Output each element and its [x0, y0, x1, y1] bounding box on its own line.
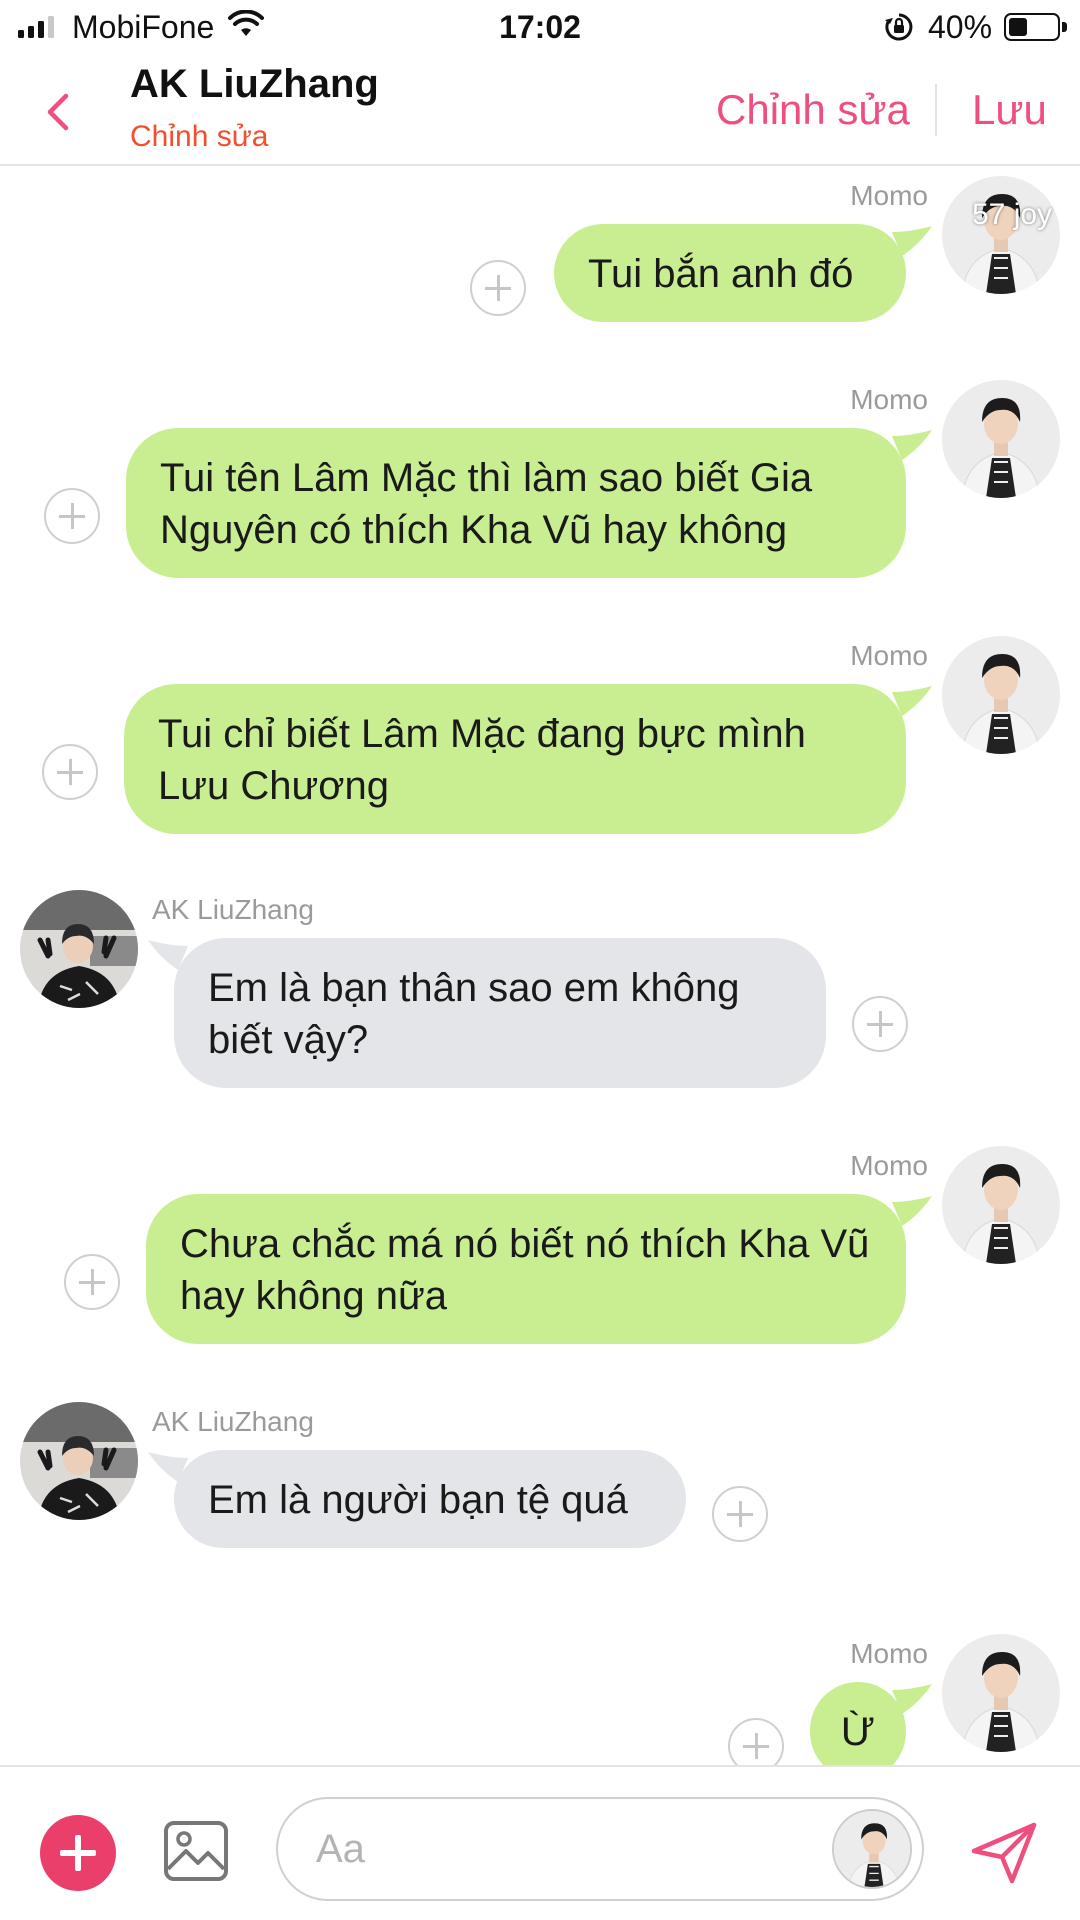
- contact-avatar[interactable]: [20, 1402, 138, 1520]
- message-list[interactable]: Momo Tui bắn anh đó Momo Tui tên Lâm Mặc…: [0, 168, 1080, 1765]
- send-button[interactable]: [968, 1817, 1040, 1894]
- sender-switch-avatar[interactable]: [832, 1809, 912, 1889]
- add-reaction-button[interactable]: [712, 1486, 768, 1542]
- avatar-watermark: 57 joy: [972, 198, 1053, 231]
- bubble-tail: [148, 1452, 188, 1482]
- message-bubble[interactable]: Chưa chắc má nó biết nó thích Kha Vũ hay…: [146, 1194, 932, 1344]
- send-icon: [971, 1822, 1037, 1884]
- message-text: Tui bắn anh đó: [588, 252, 854, 296]
- add-reaction-button[interactable]: [42, 744, 98, 800]
- bubble-tail: [892, 1684, 932, 1714]
- bubble-tail: [892, 1196, 932, 1226]
- sender-name: Momo: [850, 384, 928, 415]
- sender-name: Momo: [850, 180, 928, 211]
- bubble-tail: [892, 226, 932, 256]
- back-button[interactable]: [38, 82, 78, 142]
- clock: 17:02: [499, 9, 581, 45]
- chat-header: AK LiuZhang Chỉnh sửa Chỉnh sửa Lưu: [0, 58, 1080, 166]
- message-text: Em là người bạn tệ quá: [208, 1478, 628, 1522]
- message-input[interactable]: [276, 1797, 924, 1901]
- bubble-tail: [148, 940, 188, 970]
- sender-name: Momo: [850, 1638, 928, 1669]
- message-bubble[interactable]: Em là bạn thân sao em không biết vậy?: [148, 938, 826, 1088]
- add-reaction-button[interactable]: [470, 260, 526, 316]
- message-text: Tui tên Lâm Mặc thì làm sao biết Gia Ngu…: [160, 456, 813, 552]
- message-text: Chưa chắc má nó biết nó thích Kha Vũ hay…: [180, 1222, 870, 1318]
- sender-name: AK LiuZhang: [152, 1406, 314, 1437]
- add-reaction-button[interactable]: [44, 488, 100, 544]
- sender-name: AK LiuZhang: [152, 894, 314, 925]
- chevron-left-icon: [47, 93, 69, 131]
- message-bubble[interactable]: Tui bắn anh đó: [554, 224, 932, 322]
- sender-avatar[interactable]: [942, 176, 1060, 294]
- message-bubble[interactable]: Em là người bạn tệ quá: [148, 1450, 686, 1548]
- battery-percent: 40%: [928, 9, 993, 45]
- sender-avatar[interactable]: [942, 1146, 1060, 1264]
- battery-icon: [1004, 13, 1067, 41]
- save-button[interactable]: Lưu: [972, 86, 1047, 134]
- message-bubble[interactable]: Ừ: [810, 1682, 932, 1765]
- sender-avatar[interactable]: [942, 1634, 1060, 1752]
- sender-name: Momo: [850, 640, 928, 671]
- edit-button[interactable]: Chỉnh sửa: [716, 86, 910, 134]
- message-text: Ừ: [840, 1710, 876, 1754]
- bubble-tail: [892, 430, 932, 460]
- sender-avatar[interactable]: [942, 380, 1060, 498]
- image-picker-button[interactable]: [162, 1817, 230, 1890]
- contact-subtitle[interactable]: Chỉnh sửa: [130, 120, 269, 154]
- header-divider: [935, 84, 937, 136]
- image-icon: [164, 1821, 228, 1881]
- contact-name[interactable]: AK LiuZhang: [130, 62, 379, 107]
- add-reaction-button[interactable]: [728, 1718, 784, 1765]
- message-bubble[interactable]: Tui chỉ biết Lâm Mặc đang bực mình Lưu C…: [124, 684, 932, 834]
- orientation-lock-icon: [884, 12, 914, 47]
- status-bar: MobiFone 17:02 40%: [0, 0, 1080, 58]
- contact-avatar[interactable]: [20, 890, 138, 1008]
- message-text: Em là bạn thân sao em không biết vậy?: [208, 966, 740, 1062]
- sender-avatar[interactable]: [942, 636, 1060, 754]
- add-reaction-button[interactable]: [852, 996, 908, 1052]
- message-bubble[interactable]: Tui tên Lâm Mặc thì làm sao biết Gia Ngu…: [126, 428, 932, 578]
- add-reaction-button[interactable]: [64, 1254, 120, 1310]
- bubble-tail: [892, 686, 932, 716]
- message-text: Tui chỉ biết Lâm Mặc đang bực mình Lưu C…: [158, 712, 806, 808]
- add-attachment-button[interactable]: [40, 1815, 116, 1891]
- sender-name: Momo: [850, 1150, 928, 1181]
- message-composer: [0, 1765, 1080, 1920]
